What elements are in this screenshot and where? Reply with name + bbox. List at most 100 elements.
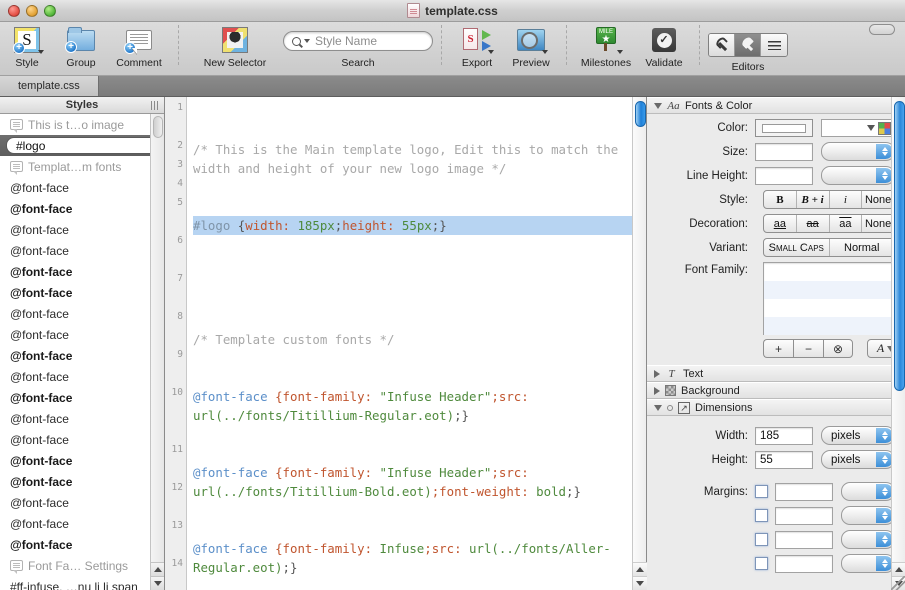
margin-unit-popup-2[interactable]	[841, 506, 895, 525]
editor-scrollbar-thumb[interactable]	[635, 101, 646, 127]
section-header-dimensions[interactable]: Dimensions	[647, 399, 905, 416]
editor-mode-split-button[interactable]	[735, 34, 761, 56]
list-item[interactable]: @font-face	[0, 177, 164, 198]
variant-small-caps-button[interactable]: Small Caps	[764, 239, 830, 256]
decoration-overline-button[interactable]: aa	[830, 215, 863, 232]
toolbar-validate-button[interactable]: ✓ Validate	[637, 22, 691, 75]
list-item[interactable]: @font-face	[0, 324, 164, 345]
toolbar-new-selector-button[interactable]: New Selector	[187, 22, 283, 75]
list-item[interactable]: @font-face	[0, 387, 164, 408]
resize-grip-icon[interactable]	[891, 576, 905, 590]
chevron-down-icon[interactable]	[38, 50, 44, 54]
list-item[interactable]: @font-face	[0, 198, 164, 219]
chevron-down-icon[interactable]	[654, 404, 662, 411]
color-well[interactable]	[755, 119, 813, 137]
list-item[interactable]: @font-face	[0, 471, 164, 492]
toolbar-style-button[interactable]: + Style	[0, 22, 54, 75]
list-item[interactable]: @font-face	[0, 240, 164, 261]
list-item[interactable]: @font-face	[0, 492, 164, 513]
margin-checkbox-2[interactable]	[755, 509, 768, 522]
editor-mode-wrench-button[interactable]	[709, 34, 735, 56]
line-height-unit-popup[interactable]	[821, 166, 895, 185]
style-italic-button[interactable]: i	[830, 191, 863, 208]
scroll-up-button[interactable]	[633, 562, 647, 576]
list-item[interactable]: @font-face	[0, 219, 164, 240]
margin-unit-popup-4[interactable]	[841, 554, 895, 573]
scroll-up-button[interactable]	[151, 562, 164, 576]
toolbar-comment-button[interactable]: + Comment	[108, 22, 170, 75]
margin-checkbox-3[interactable]	[755, 533, 768, 546]
list-item[interactable]: #ff-infuse, …nu li li span	[0, 576, 164, 590]
margin-unit-popup-3[interactable]	[841, 530, 895, 549]
code-editor[interactable]: 1 2 3 4 5 6 7 8 9 10 11 12 13 14 /* This…	[165, 97, 647, 590]
height-input[interactable]: 55	[755, 450, 813, 469]
height-unit-popup[interactable]: pixels	[821, 450, 895, 469]
font-family-list[interactable]	[763, 262, 895, 335]
sidebar-scroll-arrows[interactable]	[151, 562, 164, 590]
editor-scroll-arrows[interactable]	[633, 562, 647, 590]
decoration-none-button[interactable]: None	[862, 215, 894, 232]
style-button-group[interactable]: B B + i i None	[763, 190, 895, 209]
style-bold-italic-button[interactable]: B + i	[797, 191, 830, 208]
code-text[interactable]: /* This is the Main template logo, Edit …	[187, 97, 632, 590]
tab-template-css[interactable]: template.css	[0, 75, 99, 96]
chevron-down-icon[interactable]	[617, 50, 623, 54]
decoration-strikethrough-button[interactable]: aa	[797, 215, 830, 232]
chevron-right-icon[interactable]	[654, 369, 660, 378]
style-bold-button[interactable]: B	[764, 191, 797, 208]
decoration-button-group[interactable]: aa aa aa None	[763, 214, 895, 233]
editor-mode-list-button[interactable]	[761, 34, 787, 56]
chevron-down-icon[interactable]	[304, 39, 310, 43]
list-item[interactable]: @font-face	[0, 450, 164, 471]
decoration-underline-button[interactable]: aa	[764, 215, 797, 232]
inspector-scrollbar-thumb[interactable]	[894, 101, 905, 391]
list-item[interactable]: @font-face	[0, 345, 164, 366]
margin-checkbox-1[interactable]	[755, 485, 768, 498]
scroll-up-button[interactable]	[892, 562, 905, 576]
inspector-scrollbar[interactable]	[891, 97, 905, 590]
section-header-background[interactable]: Background	[647, 382, 905, 399]
chevron-right-icon[interactable]	[654, 386, 660, 395]
list-item[interactable]: @font-face	[0, 429, 164, 450]
list-item[interactable]: @font-face	[0, 282, 164, 303]
style-name-input[interactable]: #logo	[6, 137, 158, 154]
margin-input-1[interactable]	[775, 482, 833, 501]
size-input[interactable]	[755, 142, 813, 161]
list-item[interactable]: @font-face	[0, 366, 164, 387]
sidebar-scrollbar[interactable]	[150, 114, 164, 590]
list-item[interactable]: @font-face	[0, 513, 164, 534]
scroll-down-button[interactable]	[151, 576, 164, 590]
chevron-down-icon[interactable]	[488, 50, 494, 54]
margin-input-2[interactable]	[775, 506, 833, 525]
toolbar-preview-button[interactable]: Preview	[504, 22, 558, 75]
editors-segmented-control[interactable]	[708, 33, 788, 57]
width-input[interactable]: 185	[755, 426, 813, 445]
section-header-fonts-color[interactable]: Aa Fonts & Color	[647, 97, 905, 114]
list-item-selected[interactable]: #logo	[0, 135, 164, 156]
variant-normal-button[interactable]: Normal	[830, 239, 895, 256]
line-height-input[interactable]	[755, 166, 813, 185]
list-item[interactable]: This is t…o image	[0, 114, 164, 135]
width-unit-popup[interactable]: pixels	[821, 426, 895, 445]
margin-unit-popup-1[interactable]	[841, 482, 895, 501]
list-item[interactable]: Font Fa… Settings	[0, 555, 164, 576]
margin-input-4[interactable]	[775, 554, 833, 573]
list-item[interactable]: @font-face	[0, 303, 164, 324]
clear-font-button[interactable]: ⊗	[823, 339, 853, 358]
styles-list[interactable]: This is t…o image #logo Templat…m fonts …	[0, 114, 164, 590]
chevron-down-icon[interactable]	[542, 50, 548, 54]
style-none-button[interactable]: None	[862, 191, 894, 208]
color-dropdown[interactable]	[821, 119, 895, 137]
list-item[interactable]: @font-face	[0, 408, 164, 429]
scroll-down-button[interactable]	[633, 576, 647, 590]
margin-input-3[interactable]	[775, 530, 833, 549]
section-header-text[interactable]: T Text	[647, 365, 905, 382]
sidebar-scrollbar-thumb[interactable]	[153, 116, 163, 138]
toolbar-group-button[interactable]: + Group	[54, 22, 108, 75]
toolbar-export-button[interactable]: Export	[450, 22, 504, 75]
column-grip-icon[interactable]	[151, 101, 158, 110]
toolbar-milestones-button[interactable]: MILE ★ Milestones	[575, 22, 637, 75]
chevron-down-icon[interactable]	[654, 102, 662, 109]
chevron-down-icon[interactable]	[867, 125, 875, 131]
list-item[interactable]: @font-face	[0, 534, 164, 555]
